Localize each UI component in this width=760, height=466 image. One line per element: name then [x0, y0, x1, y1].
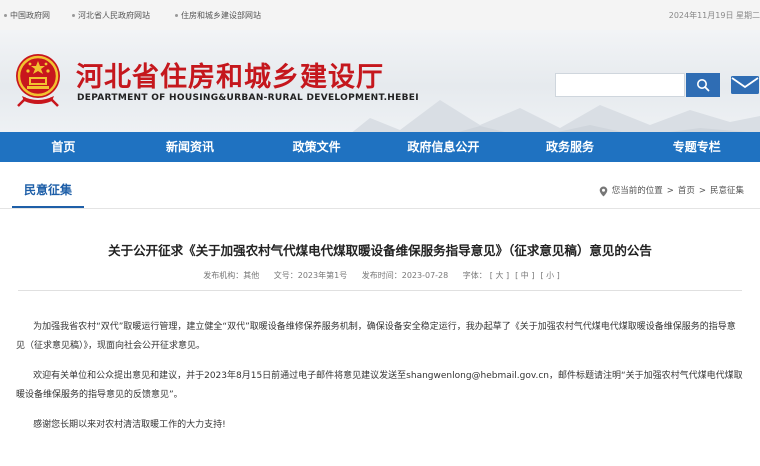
location-pin-icon — [599, 186, 608, 196]
breadcrumb-bar: 民意征集 您当前的位置 > 首页 > 民意征集 — [0, 174, 760, 209]
nav-item-topics[interactable]: 专题专栏 — [633, 132, 760, 162]
breadcrumb: 您当前的位置 > 首页 > 民意征集 — [599, 174, 744, 208]
main-nav: 首页 新闻资讯 政策文件 政府信息公开 政务服务 专题专栏 — [0, 132, 760, 162]
mail-icon[interactable] — [730, 74, 760, 96]
topbar-link-mohurd-label[interactable]: 住房和城乡建设部网站 — [181, 10, 261, 21]
bullet-icon — [4, 14, 7, 17]
breadcrumb-current[interactable]: 民意征集 — [710, 174, 744, 208]
article-meta: 发布机构：其他 文号：2023年第1号 发布时间：2023-07-28 字体：[… — [0, 270, 760, 281]
search-icon — [697, 79, 710, 92]
chevron-right-icon: > — [698, 186, 706, 196]
search-input[interactable] — [555, 73, 685, 97]
nav-item-services[interactable]: 政务服务 — [507, 132, 634, 162]
font-size-small-button[interactable]: [ 小 ] — [540, 271, 559, 280]
site-subtitle: DEPARTMENT OF HOUSING&URBAN-RURAL DEVELO… — [77, 93, 419, 103]
bullet-icon — [72, 14, 75, 17]
topbar-link-gov-label[interactable]: 中国政府网 — [10, 10, 50, 21]
topbar-link-mohurd[interactable]: 住房和城乡建设部网站 — [175, 10, 261, 21]
meta-font-label: 字体： — [462, 271, 487, 280]
topbar-link-gov[interactable]: 中国政府网 — [4, 10, 50, 21]
national-emblem-icon — [16, 54, 60, 107]
breadcrumb-home[interactable]: 首页 — [678, 174, 695, 208]
breadcrumb-location-label: 您当前的位置 — [611, 186, 663, 196]
current-date: 2024年11月19日 星期二 — [668, 11, 760, 20]
meta-publisher: 发布机构：其他 — [203, 271, 260, 280]
bullet-icon — [175, 14, 178, 17]
nav-item-home[interactable]: 首页 — [0, 132, 127, 162]
article-divider — [18, 290, 742, 291]
search-button[interactable] — [686, 73, 720, 97]
meta-date: 发布时间：2023-07-28 — [361, 271, 449, 280]
chevron-right-icon: > — [666, 186, 674, 196]
topbar-link-hebei[interactable]: 河北省人民政府网站 — [72, 10, 150, 21]
top-utility-bar: 中国政府网 河北省人民政府网站 住房和城乡建设部网站 2024年11月19日 星… — [0, 0, 760, 30]
font-size-large-button[interactable]: [ 大 ] — [490, 271, 509, 280]
section-title: 民意征集 — [12, 174, 85, 208]
nav-item-disclosure[interactable]: 政府信息公开 — [380, 132, 507, 162]
topbar-link-hebei-label[interactable]: 河北省人民政府网站 — [78, 10, 150, 21]
article-paragraph: 感谢您长期以来对农村清洁取暖工作的大力支持! — [33, 420, 226, 430]
site-title: 河北省住房和城乡建设厅 — [76, 62, 384, 93]
article-paragraph: 欢迎有关单位和公众提出意见和建议，并于2023年8月15日前通过电子邮件将意见建… — [16, 371, 743, 400]
nav-item-news[interactable]: 新闻资讯 — [127, 132, 254, 162]
font-size-medium-button[interactable]: [ 中 ] — [515, 271, 534, 280]
article-paragraph: 为加强我省农村“双代”取暖运行管理，建立健全“双代”取暖设备维修保养服务机制，确… — [16, 322, 736, 351]
nav-item-policy[interactable]: 政策文件 — [253, 132, 380, 162]
meta-doc-no: 文号：2023年第1号 — [273, 271, 348, 280]
site-header: 河北省住房和城乡建设厅 DEPARTMENT OF HOUSING&URBAN-… — [0, 30, 760, 132]
article-title: 关于公开征求《关于加强农村气代煤电代煤取暖设备维保服务指导意见》（征求意见稿）意… — [108, 243, 652, 258]
